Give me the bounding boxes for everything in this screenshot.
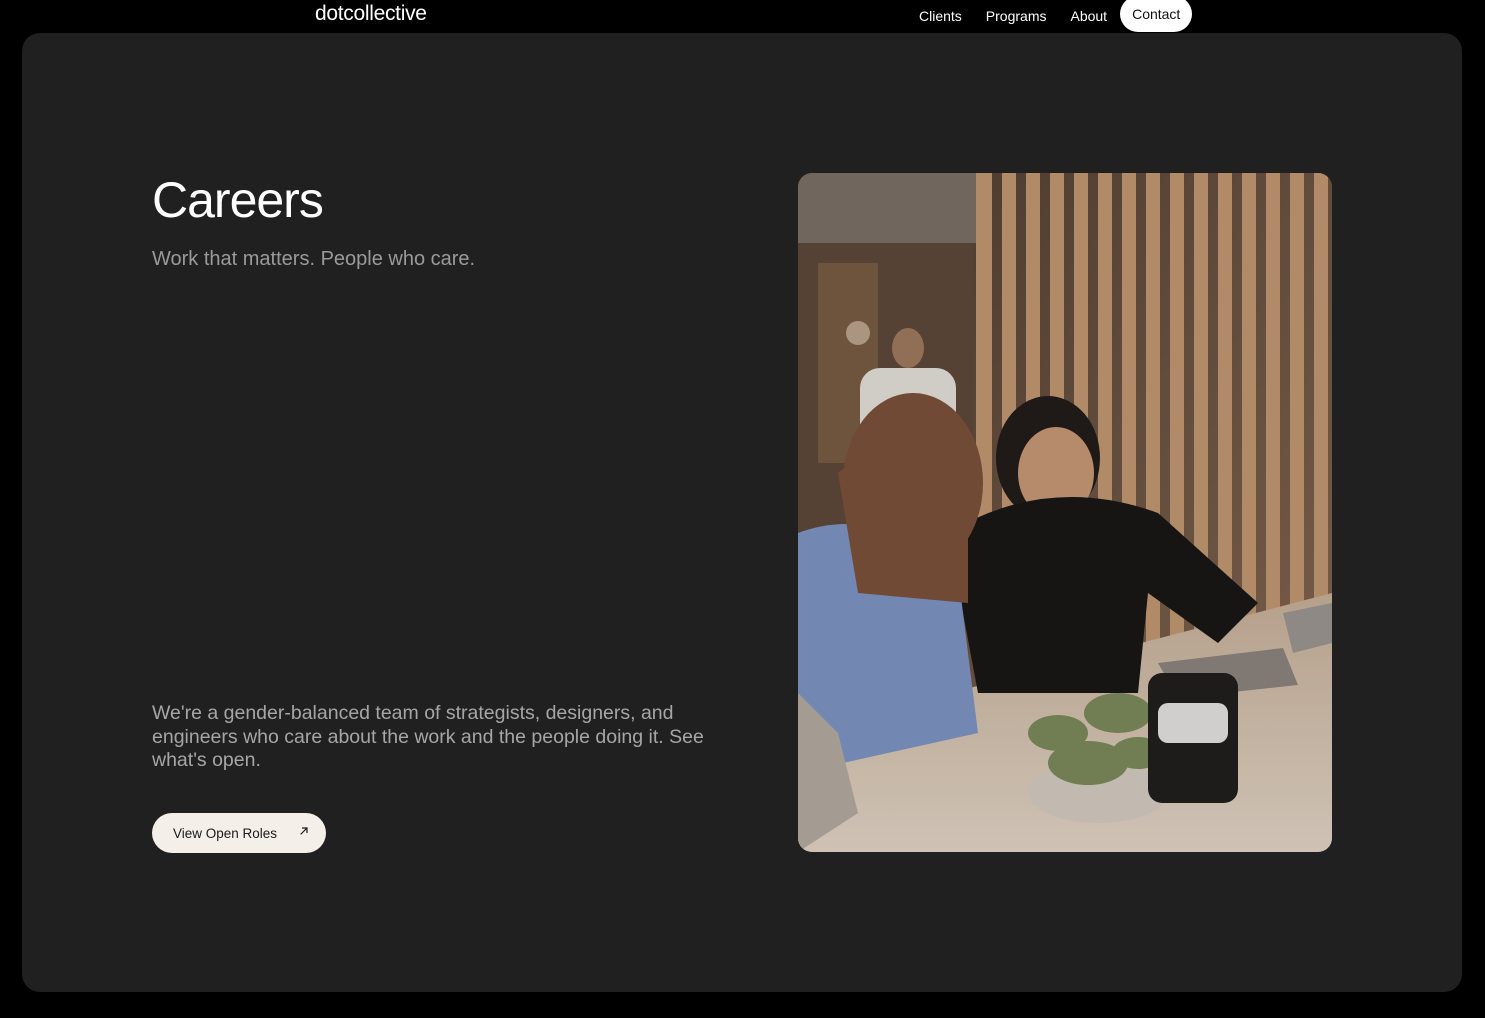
team-at-desk-photo	[798, 173, 1332, 852]
page-title: Careers	[152, 172, 324, 228]
arrow-up-right-icon	[300, 827, 308, 835]
nav-item-about[interactable]: About	[1058, 3, 1119, 29]
nav-links: Clients Programs About Contact	[907, 0, 1193, 32]
contact-button[interactable]: Contact	[1120, 0, 1193, 32]
nav-item-programs[interactable]: Programs	[974, 3, 1059, 29]
intro-paragraph: We're a gender-balanced team of strategi…	[152, 702, 704, 771]
logo[interactable]: dotcollective	[315, 2, 427, 26]
page: dotcollective Clients Programs About Con…	[0, 0, 1485, 1018]
view-open-roles-button[interactable]: View Open Roles	[152, 813, 326, 853]
nav-item-clients[interactable]: Clients	[907, 3, 974, 29]
careers-card: Careers Work that matters. People who ca…	[22, 33, 1462, 992]
cta-label: View Open Roles	[173, 825, 278, 841]
page-subtitle: Work that matters. People who care.	[152, 248, 476, 270]
photo-illustration	[798, 173, 1332, 852]
